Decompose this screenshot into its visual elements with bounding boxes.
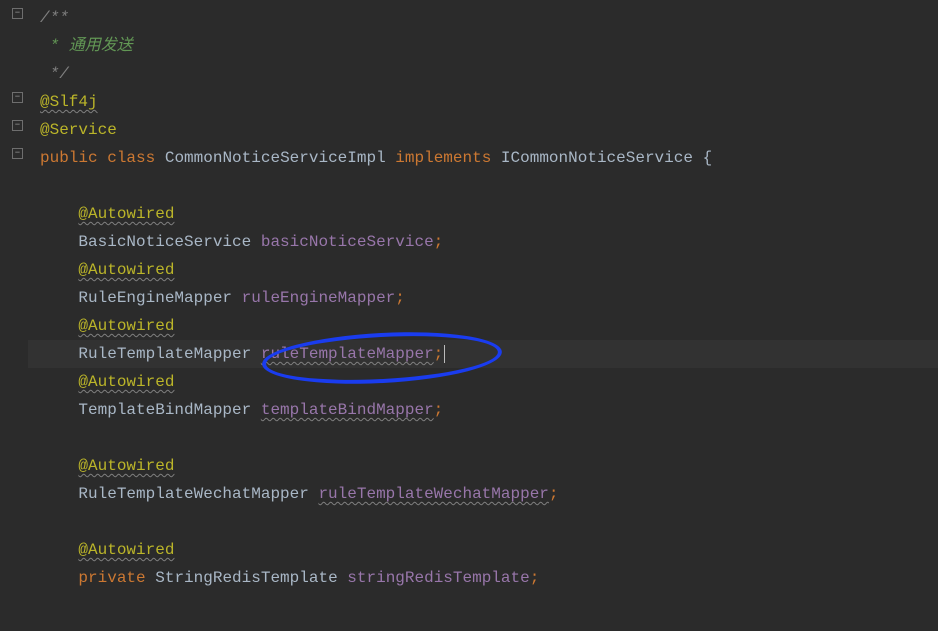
annotation-autowired: @Autowired [78,261,174,279]
annotation-slf4j: @Slf4j [40,93,98,111]
code-line: @Autowired [40,312,938,340]
semicolon: ; [530,569,540,587]
keyword-private: private [78,569,145,587]
code-line: @Autowired [40,452,938,480]
annotation-autowired: @Autowired [78,317,174,335]
field-ruletemplatewechat: ruleTemplateWechatMapper [318,485,548,503]
code-line: TemplateBindMapper templateBindMapper; [40,396,938,424]
type-templatebind: TemplateBindMapper [78,401,251,419]
field-stringredis: stringRedisTemplate [347,569,529,587]
code-line: @Autowired [40,368,938,396]
type-stringredis: StringRedisTemplate [155,569,337,587]
fold-marker-icon[interactable]: − [12,148,23,159]
code-line: BasicNoticeService basicNoticeService; [40,228,938,256]
semicolon: ; [549,485,559,503]
code-line: RuleEngineMapper ruleEngineMapper; [40,284,938,312]
keyword-class: class [107,149,155,167]
code-line: */ [40,60,938,88]
code-line: @Autowired [40,200,938,228]
code-line: @Service [40,116,938,144]
fold-marker-icon[interactable]: − [12,92,23,103]
field-ruleengine: ruleEngineMapper [242,289,396,307]
type-ruletemplate: RuleTemplateMapper [78,345,251,363]
field-ruletemplate: ruleTemplateMapper [261,345,434,363]
fold-marker-icon[interactable]: − [12,120,23,131]
code-line: @Slf4j [40,88,938,116]
type-basicnotice: BasicNoticeService [78,233,251,251]
open-brace: { [703,149,713,167]
semicolon: ; [434,401,444,419]
gutter: − − − − [0,0,28,631]
code-line: @Autowired [40,536,938,564]
code-line: RuleTemplateWechatMapper ruleTemplateWec… [40,480,938,508]
class-name: CommonNoticeServiceImpl [165,149,386,167]
code-line-blank [40,424,938,452]
fold-marker-icon[interactable]: − [12,8,23,19]
comment-open: /** [40,9,69,27]
code-line: public class CommonNoticeServiceImpl imp… [40,144,938,172]
keyword-implements: implements [395,149,491,167]
type-ruletemplatewechat: RuleTemplateWechatMapper [78,485,308,503]
code-line-blank [40,172,938,200]
annotation-service: @Service [40,121,117,139]
code-area[interactable]: /** * 通用发送 */ @Slf4j @Service public cla… [28,0,938,631]
code-line: /** [40,4,938,32]
keyword-public: public [40,149,98,167]
code-line-blank [40,508,938,536]
comment-body: * 通用发送 [40,37,133,55]
code-editor[interactable]: − − − − /** * 通用发送 */ @Slf4j @Service pu… [0,0,938,631]
code-line-current: RuleTemplateMapper ruleTemplateMapper; [28,340,938,368]
caret-icon [444,345,445,363]
field-templatebind: templateBindMapper [261,401,434,419]
semicolon: ; [395,289,405,307]
semicolon: ; [434,345,444,363]
code-line: @Autowired [40,256,938,284]
code-line: private StringRedisTemplate stringRedisT… [40,564,938,592]
annotation-autowired: @Autowired [78,205,174,223]
interface-name: ICommonNoticeService [501,149,693,167]
annotation-autowired: @Autowired [78,457,174,475]
semicolon: ; [434,233,444,251]
field-basicnotice: basicNoticeService [261,233,434,251]
type-ruleengine: RuleEngineMapper [78,289,232,307]
annotation-autowired: @Autowired [78,373,174,391]
comment-close: */ [40,65,69,83]
annotation-autowired: @Autowired [78,541,174,559]
code-line: * 通用发送 [40,32,938,60]
